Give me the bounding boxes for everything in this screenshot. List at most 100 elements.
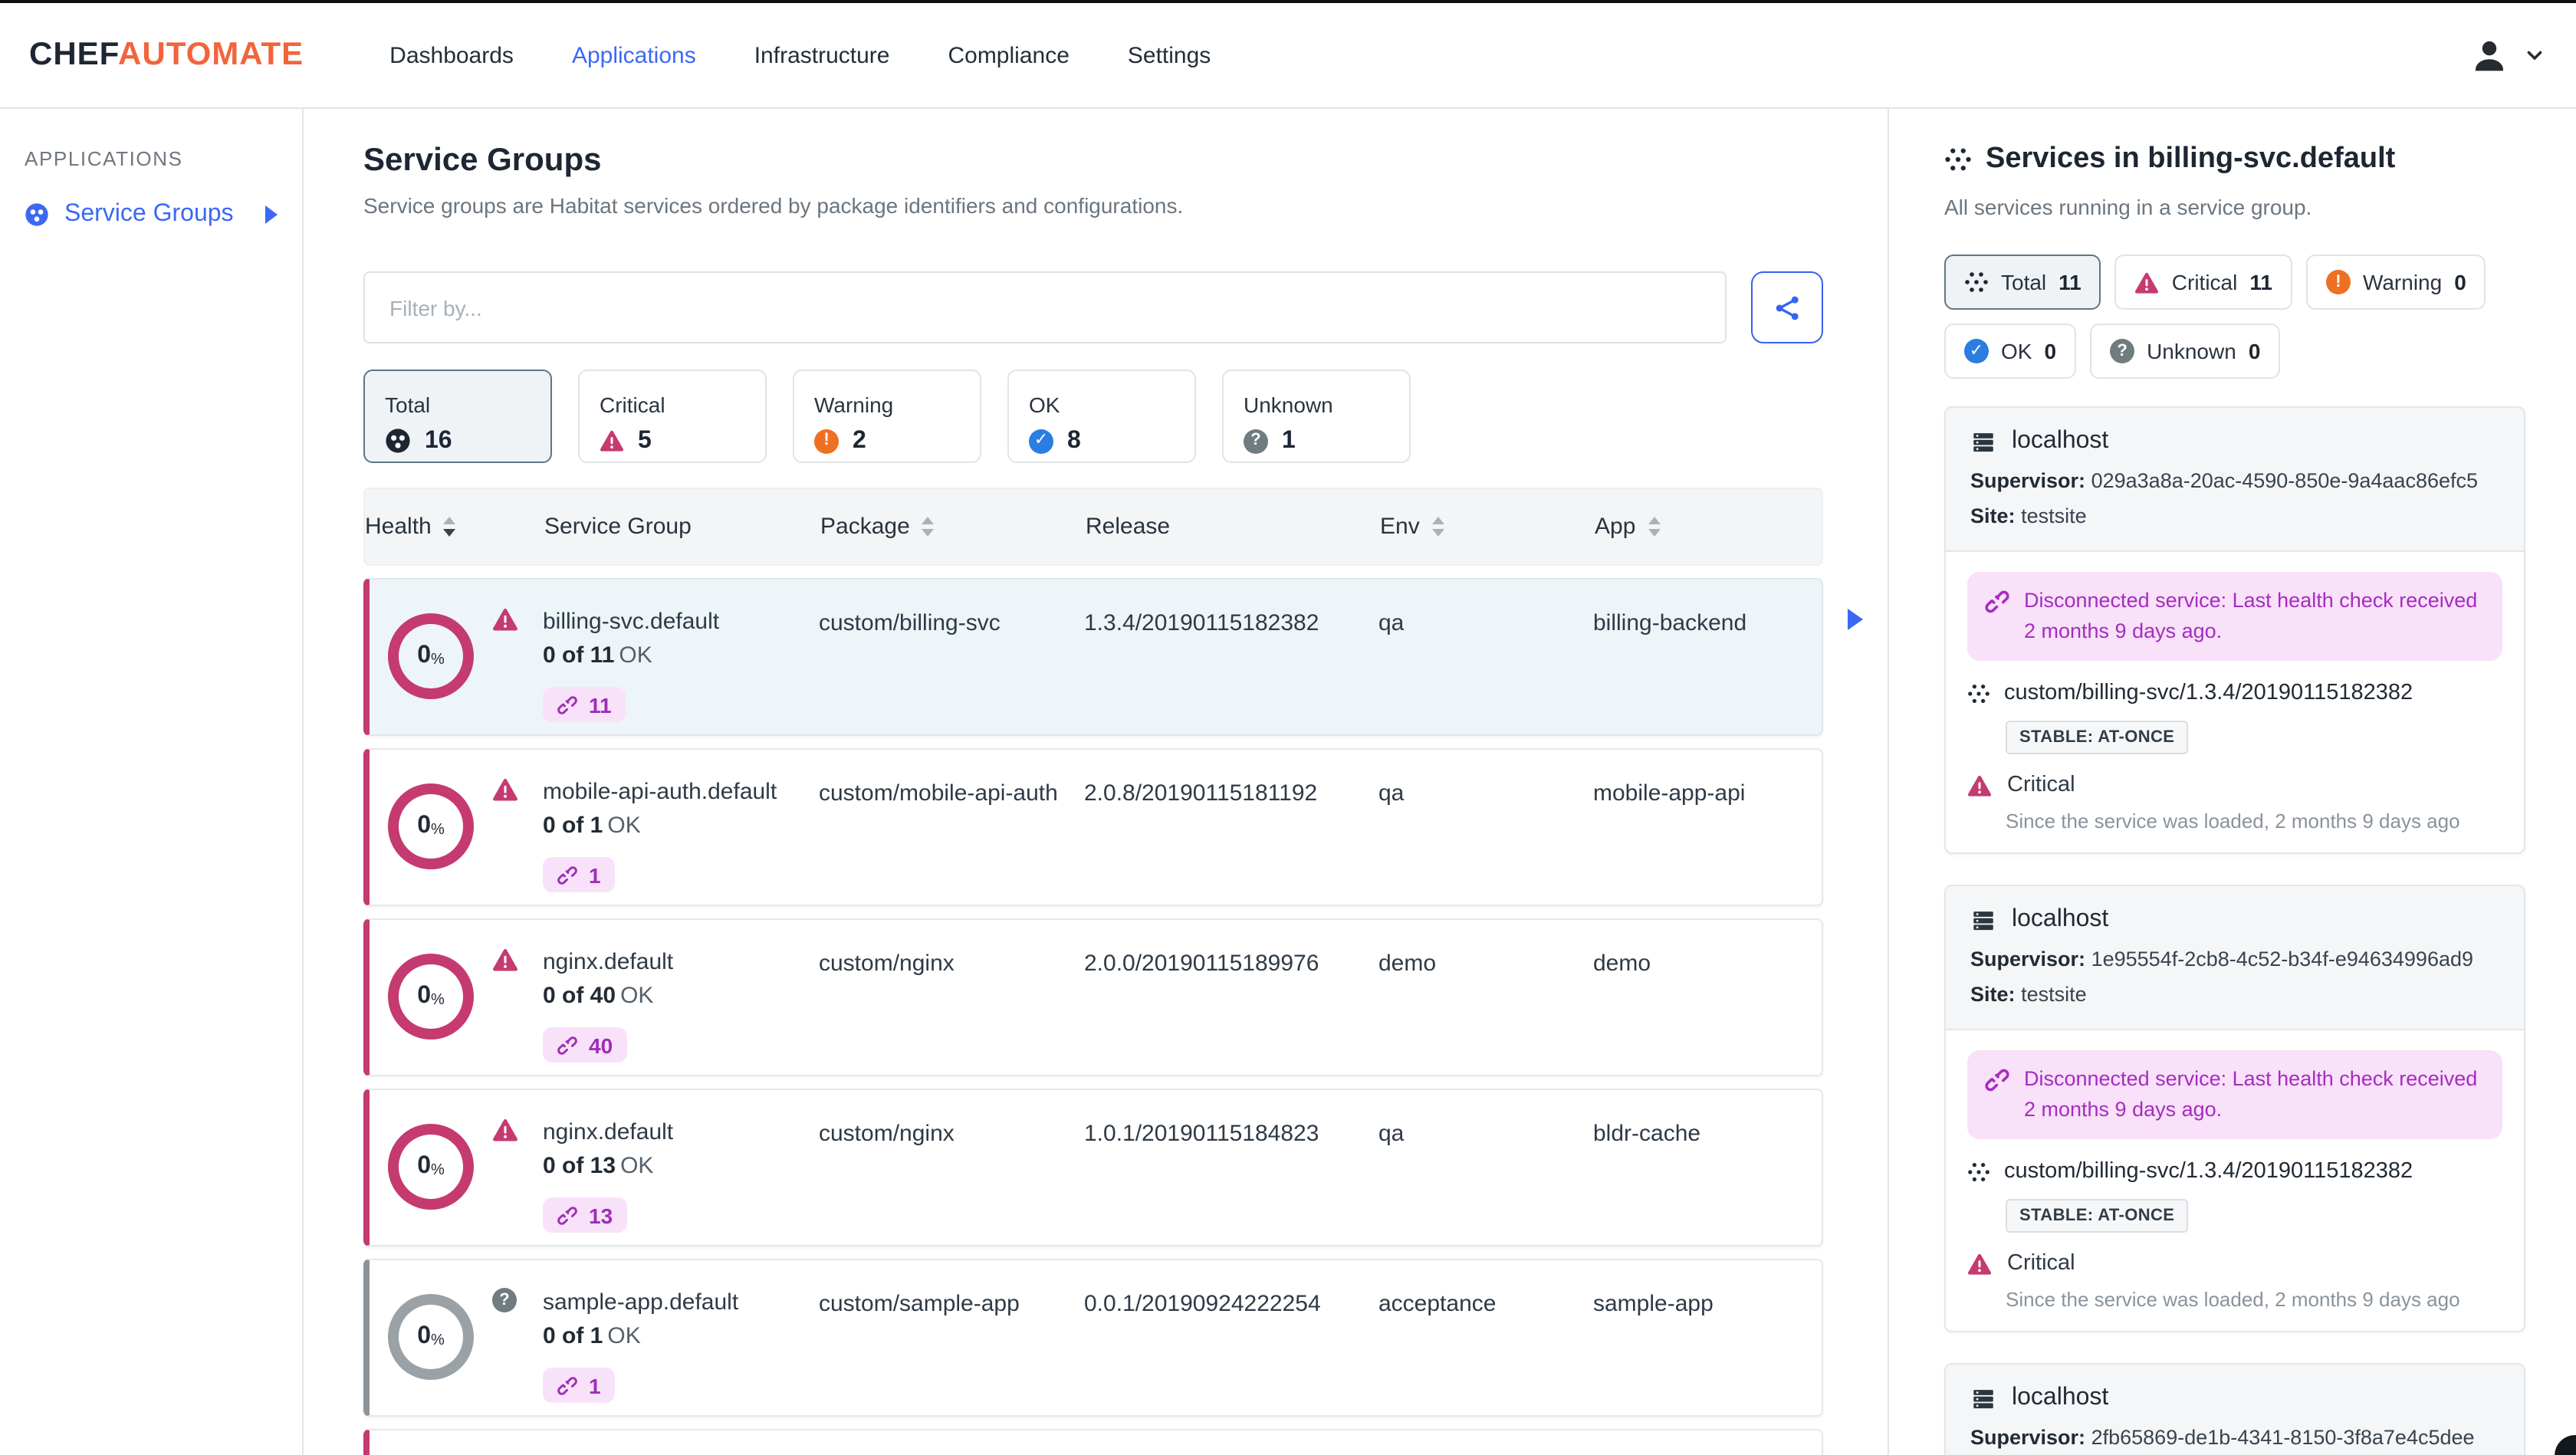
health-percent: 0	[417, 1153, 431, 1179]
share-button[interactable]	[1751, 271, 1823, 343]
chef-automate-logo[interactable]: CHEFAUTOMATE	[29, 37, 304, 74]
disconnected-count-badge[interactable]: 40	[543, 1027, 627, 1063]
supervisor-line: Supervisor: 1e95554f-2cb8-4c52-b34f-e946…	[1970, 948, 2474, 971]
service-card[interactable]: localhost Supervisor: 1e95554f-2cb8-4c52…	[1944, 885, 2525, 1332]
sort-arrows-icon[interactable]	[443, 517, 456, 537]
service-groups-icon	[25, 202, 49, 227]
nav-item[interactable]: Compliance	[948, 42, 1069, 68]
ok-icon: ✓	[1964, 339, 1989, 363]
status-filter-count: 8	[1067, 427, 1081, 453]
column-header-label: App	[1595, 514, 1636, 540]
package-cell: custom/mobile-api-auth	[819, 780, 1058, 806]
status-filter-card[interactable]: Warning ! ✓ ? 2	[793, 369, 981, 463]
service-card-body: Disconnected service: Last health check …	[1946, 1030, 2524, 1331]
page-title: Service Groups	[363, 143, 602, 178]
column-header-label: Package	[820, 514, 910, 540]
status-filter-card[interactable]: OK ! ✓ ? 8	[1007, 369, 1196, 463]
column-header[interactable]: App	[1595, 514, 1822, 540]
filter-input[interactable]	[363, 271, 1727, 343]
disconnected-count-badge[interactable]: 11	[543, 687, 626, 723]
unknown-icon: ?	[2110, 339, 2135, 363]
column-header[interactable]: Health	[365, 514, 544, 540]
ok-summary: 0 of 13 OK	[543, 1153, 654, 1180]
release-cell: 2.0.8/20190115181192	[1084, 780, 1318, 806]
health-percent: 0	[417, 1323, 431, 1349]
table-row-partial[interactable]	[363, 1429, 1823, 1455]
service-group-cell: mobile-api-auth.default 0 of 1 OK 1	[543, 750, 819, 905]
share-icon	[1772, 292, 1802, 323]
health-donut: 0 %	[388, 1294, 474, 1380]
panel-filter-button[interactable]: ! ✓ ? OK 0	[1944, 324, 2077, 379]
table-header: Health Service Group Package Release Env	[363, 488, 1823, 566]
broken-link-icon	[557, 865, 578, 886]
broken-link-icon	[1984, 589, 2010, 615]
table-row[interactable]: 0 % ? sample-app.default 0 of 1 OK 1 cus…	[363, 1259, 1823, 1417]
app-cell: sample-app	[1593, 1291, 1714, 1317]
services-icon	[1944, 146, 1972, 173]
service-card[interactable]: localhost Supervisor: 2fb65869-de1b-4341…	[1944, 1363, 2525, 1455]
nav-item[interactable]: Applications	[572, 42, 696, 68]
page-subtitle: Service groups are Habitat services orde…	[363, 193, 1184, 218]
status-filter-count: 2	[853, 427, 866, 453]
services-icon	[1964, 270, 1989, 294]
panel-filter-button[interactable]: ! ✓ ? Total 11	[1944, 255, 2101, 310]
service-group-name: billing-svc.default	[543, 609, 720, 635]
disconnected-count-badge[interactable]: 1	[543, 857, 615, 893]
panel-filter-label: OK	[2001, 339, 2032, 363]
sort-arrows-icon[interactable]	[1431, 517, 1444, 537]
disconnected-count-badge[interactable]: 13	[543, 1197, 627, 1233]
sidebar-item-service-groups[interactable]: Service Groups	[25, 201, 302, 228]
column-header[interactable]: Package	[820, 514, 1086, 540]
nav-item[interactable]: Infrastructure	[754, 42, 890, 68]
alert-text: Disconnected service: Last health check …	[2024, 1067, 2478, 1121]
disconnected-count-badge[interactable]: 1	[543, 1368, 615, 1404]
main-nav: Dashboards Applications Infrastructure Comp…	[389, 42, 1211, 68]
host-name: localhost	[2012, 1384, 2109, 1411]
package-cell: custom/sample-app	[819, 1291, 1020, 1317]
package-cell: custom/nginx	[819, 1121, 955, 1147]
health-percent: 0	[417, 983, 431, 1009]
main-content: Service Groups Service groups are Habita…	[304, 109, 1888, 1455]
status-filter-card[interactable]: Critical ! ✓ ? 5	[578, 369, 767, 463]
health-donut: 0 %	[388, 1124, 474, 1210]
broken-link-icon	[557, 695, 578, 716]
unknown-icon: ?	[492, 1288, 517, 1312]
critical-icon	[1967, 1253, 1992, 1276]
user-menu[interactable]	[2469, 34, 2545, 76]
disconnected-count: 13	[589, 1203, 613, 1228]
table-row[interactable]: 0 % ? billing-svc.default 0 of 11OK	[363, 578, 1863, 736]
status-filter-card[interactable]: Unknown ! ✓ ? 1	[1222, 369, 1411, 463]
critical-icon	[492, 1118, 518, 1142]
status-filter-label: Warning	[814, 392, 894, 416]
ok-summary: 0 of 1 OK	[543, 813, 641, 839]
service-health: Critical	[1967, 1250, 2502, 1279]
service-group-cell: billing-svc.default 0 of 11 OK 11	[543, 580, 819, 734]
panel-filter-count: 0	[2248, 339, 2261, 363]
sort-arrows-icon[interactable]	[922, 517, 935, 537]
status-filter-label: Critical	[600, 392, 665, 416]
services-icon	[1967, 1161, 1990, 1184]
health-cell: 0 % ?	[370, 1090, 543, 1245]
table-row[interactable]: 0 % ? mobile-api-auth.default 0 of 1OK	[363, 748, 1823, 906]
service-group-name: sample-app.default	[543, 1289, 739, 1315]
sort-arrows-icon[interactable]	[1648, 517, 1661, 537]
service-card[interactable]: localhost Supervisor: 029a3a8a-20ac-4590…	[1944, 406, 2525, 854]
nav-item[interactable]: Settings	[1128, 42, 1211, 68]
health-donut: 0 %	[388, 954, 474, 1040]
app-window: CHEFAUTOMATE Dashboards Applications Infra…	[0, 0, 2576, 1455]
panel-filter-button[interactable]: ! ✓ ? Unknown 0	[2090, 324, 2281, 379]
table-row[interactable]: 0 % ? nginx.default 0 of 40OK	[363, 918, 1823, 1076]
panel-filter-button[interactable]: ! ✓ ? Critical 11	[2114, 255, 2292, 310]
column-header[interactable]: Env	[1380, 514, 1595, 540]
caret-right-icon	[265, 205, 278, 224]
panel-filter-button[interactable]: ! ✓ ? Warning 0	[2305, 255, 2486, 310]
column-header[interactable]: Release	[1086, 514, 1380, 540]
table-row[interactable]: 0 % ? nginx.default 0 of 13OK	[363, 1089, 1823, 1246]
column-header[interactable]: Service Group	[544, 514, 820, 540]
health-cell: 0 % ?	[370, 750, 543, 905]
nav-item[interactable]: Dashboards	[389, 42, 514, 68]
ok-summary: 0 of 40 OK	[543, 983, 654, 1010]
status-filter-card[interactable]: Total ! ✓ ? 16	[363, 369, 552, 463]
service-package: custom/billing-svc/1.3.4/20190115182382	[1967, 679, 2502, 708]
column-header-label: Service Group	[544, 514, 692, 540]
